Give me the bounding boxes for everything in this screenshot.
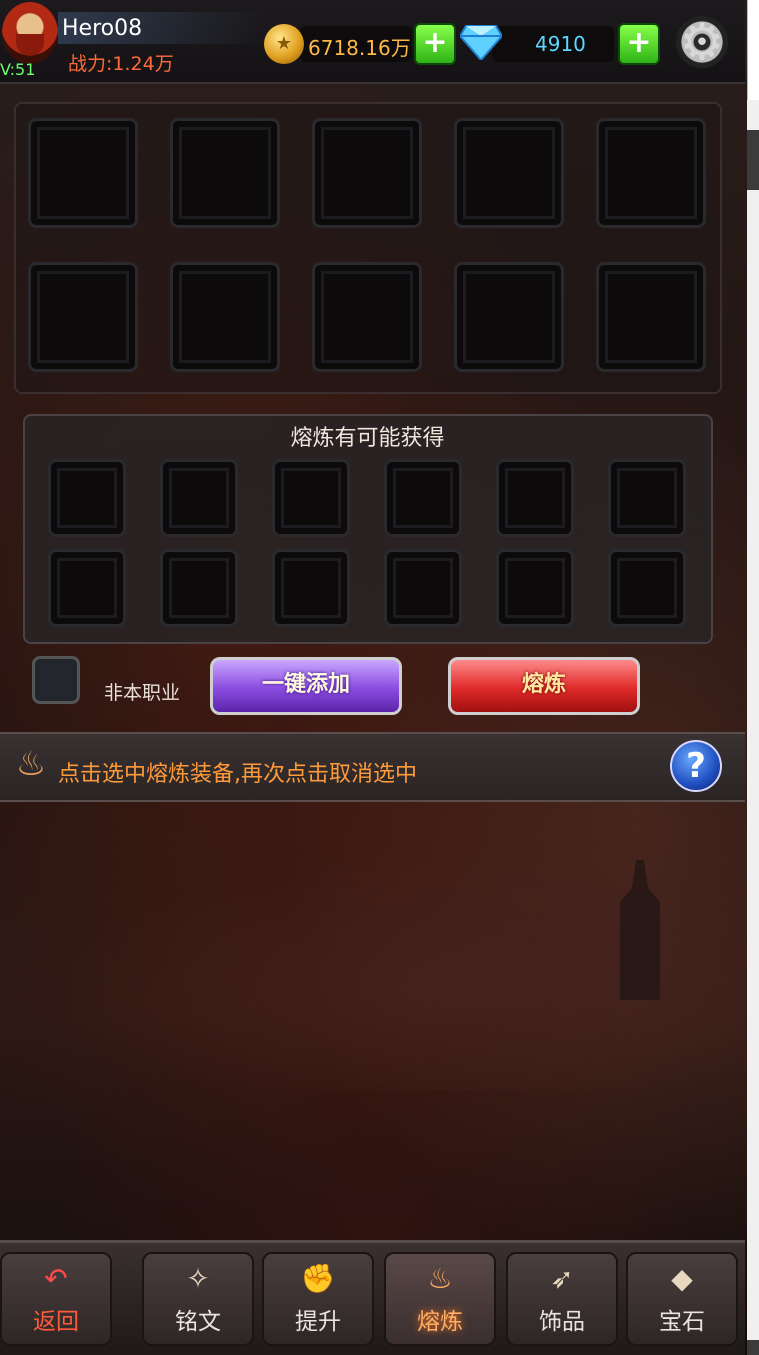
one-click-add-button[interactable]: 一键添加 [210, 657, 402, 715]
nav-item-3[interactable]: ♨ 熔炼 [384, 1252, 496, 1346]
side-scrollbar-bottom [747, 1340, 759, 1355]
possible-rewards-title: 熔炼有可能获得 [290, 426, 445, 451]
nav-label: 宝石 [659, 1309, 705, 1335]
avatar-beard [16, 34, 44, 56]
equipment-slot[interactable] [454, 118, 564, 228]
player-level: V:51 [0, 60, 36, 79]
reward-slot [272, 549, 350, 627]
gem-icon: ◆ [671, 1262, 693, 1295]
equipment-slot[interactable] [170, 262, 280, 372]
equipment-slot[interactable] [596, 262, 706, 372]
reward-slot [608, 549, 686, 627]
nav-label: 饰品 [539, 1309, 585, 1335]
tip-text: 点击选中熔炼装备,再次点击取消选中 [58, 762, 417, 787]
reward-slot [48, 459, 126, 537]
gold-coin-icon: ★ [264, 24, 304, 64]
nav-label: 提升 [295, 1309, 341, 1335]
player-name: Hero08 [62, 16, 143, 41]
smelt-button[interactable]: 熔炼 [448, 657, 640, 715]
equipment-slot[interactable] [312, 262, 422, 372]
reward-slot [384, 459, 462, 537]
non-class-label: 非本职业 [104, 682, 181, 704]
gear-icon[interactable]: ⚙ [676, 16, 728, 68]
flame-icon: ♨ [427, 1262, 453, 1295]
nav-item-2[interactable]: ✊ 提升 [262, 1252, 374, 1346]
equipment-slot[interactable] [454, 262, 564, 372]
add-diamond-button[interactable]: + [618, 23, 660, 65]
nav-label: 返回 [33, 1309, 79, 1335]
reward-slot [496, 459, 574, 537]
reward-slot [48, 549, 126, 627]
player-avatar[interactable] [2, 2, 58, 64]
game-screen: V:51 Hero08 战力:1.24万 ★ 6718.16万 + 4910 +… [0, 0, 747, 1355]
nav-item-4[interactable]: ➶ 饰品 [506, 1252, 618, 1346]
blue-diamond-icon [460, 25, 502, 60]
equipment-slot[interactable] [596, 118, 706, 228]
nav-item-0[interactable]: ↶ 返回 [0, 1252, 112, 1346]
side-window-strip [747, 0, 759, 1355]
equipment-slot[interactable] [312, 118, 422, 228]
diamond-amount: 4910 [535, 32, 586, 56]
back-arrow-icon: ↶ [44, 1262, 68, 1295]
equipment-slot[interactable] [170, 118, 280, 228]
reward-slot [160, 459, 238, 537]
add-gold-button[interactable]: + [414, 23, 456, 65]
inscription-icon: ✧ [186, 1262, 210, 1295]
reward-slot [160, 549, 238, 627]
fist-icon: ✊ [300, 1262, 336, 1295]
flame-icon: ♨ [15, 744, 47, 784]
gold-amount: 6718.16万 [308, 36, 411, 60]
combat-power: 战力:1.24万 [68, 53, 174, 75]
nav-label: 熔炼 [417, 1309, 463, 1335]
non-class-checkbox[interactable] [32, 656, 80, 704]
equipment-slot[interactable] [28, 262, 138, 372]
question-mark-icon[interactable]: ? [670, 740, 722, 792]
reward-slot [608, 459, 686, 537]
nav-item-5[interactable]: ◆ 宝石 [626, 1252, 738, 1346]
side-scrollbar[interactable] [747, 130, 759, 190]
reward-slot [384, 549, 462, 627]
equipment-slot[interactable] [28, 118, 138, 228]
side-panel [747, 0, 759, 100]
reward-slot [272, 459, 350, 537]
reward-slot [496, 549, 574, 627]
nav-item-1[interactable]: ✧ 铭文 [142, 1252, 254, 1346]
accessory-icon: ➶ [550, 1262, 574, 1295]
nav-label: 铭文 [175, 1309, 221, 1335]
